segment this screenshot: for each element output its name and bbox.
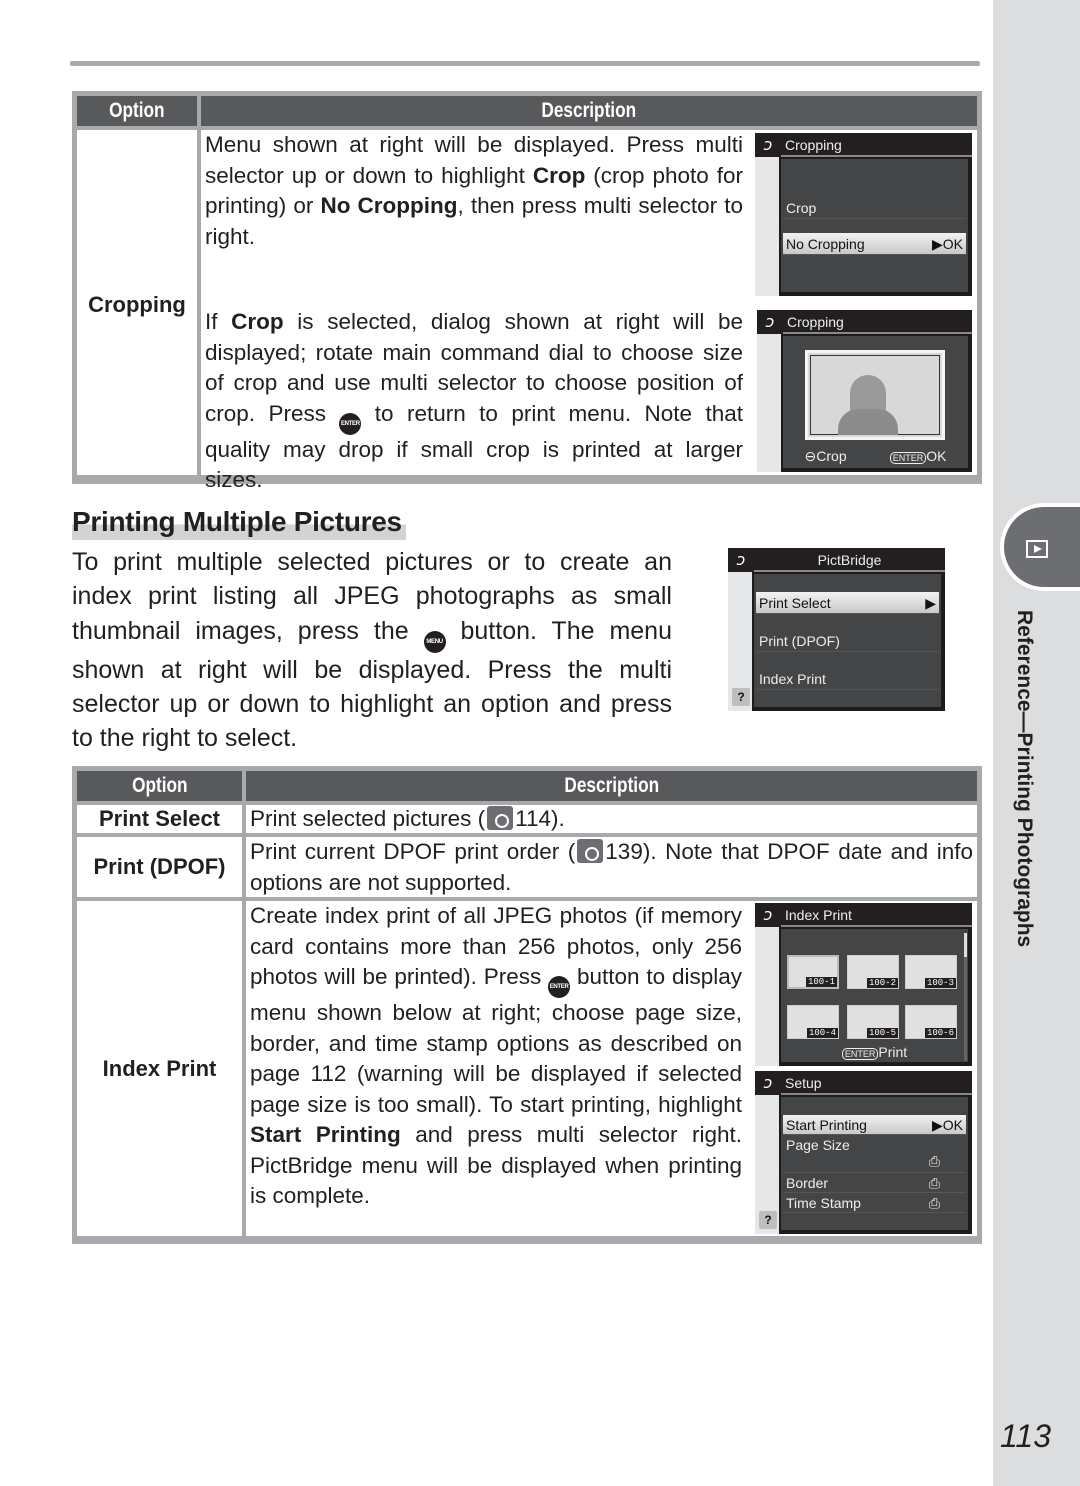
crop-dialog-screen: ↄ Cropping ⊖Crop ENTER OK [757, 310, 972, 472]
crop-footer: ⊖Crop [804, 447, 847, 464]
crop-preview-image [805, 350, 945, 440]
section-title: Printing Multiple Pictures [72, 506, 406, 540]
menu-button-icon: MENU [423, 630, 446, 653]
help-icon: ? [759, 1211, 777, 1229]
menu-item-index-print[interactable]: Index Print [756, 668, 939, 690]
crop-menu-text: Menu shown at right will be displayed. P… [205, 132, 743, 249]
playback-tab[interactable] [1000, 503, 1080, 591]
menu-item-crop[interactable]: Crop [783, 197, 966, 219]
printer-icon: ⎙ [928, 1175, 940, 1191]
printer-icon: ⎙ [928, 1195, 940, 1211]
print-footer: ENTER Print [781, 1042, 968, 1062]
enter-button-icon: ENTER [548, 976, 571, 998]
side-strip [993, 0, 1080, 1486]
help-icon: ? [732, 688, 750, 706]
thumbnail[interactable]: 100-4 [787, 1005, 839, 1039]
screen-title: Index Print [781, 903, 972, 927]
menu-item-print-select[interactable]: Print Select ▶ [756, 592, 939, 614]
thumbnail[interactable]: 100-2 [847, 955, 899, 989]
chapter-label: Reference—Printing Photographs [1013, 610, 1036, 948]
pictbridge-screen: ↄ PictBridge Print Select ▶ Print (DPOF) … [728, 548, 945, 711]
intro-paragraph: To print multiple selected pictures or t… [72, 548, 672, 753]
page-number: 113 [1000, 1418, 1052, 1454]
printer-icon: ⎙ [928, 1153, 940, 1169]
description-header: Description [201, 96, 977, 126]
crop-dialog-text: If Crop is selected, dialog shown at rig… [205, 309, 743, 492]
screen-title: PictBridge [754, 548, 945, 572]
menu-item-border[interactable]: Border ⎙ [783, 1173, 966, 1193]
option-header: Option [77, 96, 197, 126]
menu-item-start-printing[interactable]: Start Printing ▶OK [783, 1115, 966, 1135]
print-dpof-description: Print current DPOF print order (139). No… [246, 837, 977, 897]
index-print-screen: ↄ Index Print 100-1 100-2 100-3 100-4 10… [755, 903, 972, 1066]
screen-title: Cropping [781, 133, 972, 157]
option-cropping: Cropping [77, 130, 197, 475]
option-print-select: Print Select [77, 805, 242, 833]
thumbnail[interactable]: 100-3 [905, 955, 957, 989]
thumbnail[interactable]: 100-6 [905, 1005, 957, 1039]
print-select-description: Print selected pictures (114). [246, 805, 977, 833]
table-row: Print Select Print selected pictures (11… [77, 805, 977, 833]
menu-item-no-cropping[interactable]: No Cropping ▶OK [783, 233, 966, 255]
table-row: Print (DPOF) Print current DPOF print or… [77, 837, 977, 897]
option-print-dpof: Print (DPOF) [77, 837, 242, 897]
option-index-print: Index Print [77, 901, 242, 1236]
pictbridge-logo-icon: ↄ [757, 310, 783, 334]
pictbridge-logo-icon: ↄ [728, 548, 754, 572]
ok-footer: ENTER OK [889, 448, 946, 464]
menu-item-print-dpof[interactable]: Print (DPOF) [756, 630, 939, 652]
pictbridge-logo-icon: ↄ [755, 1071, 781, 1095]
enter-button-icon: ENTER [339, 412, 362, 435]
playback-icon [1026, 540, 1048, 558]
menu-item-page-size[interactable]: Page Size ⎙ [783, 1135, 966, 1173]
setup-screen: ↄ Setup Start Printing ▶OK Page Size ⎙ Bor… [755, 1071, 972, 1234]
crop-menu-screen: ↄ Cropping Crop No Cropping ▶OK [755, 133, 972, 296]
thumbnail[interactable]: 100-5 [847, 1005, 899, 1039]
page-reference-icon [487, 806, 514, 830]
menu-item-time-stamp[interactable]: Time Stamp ⎙ [783, 1193, 966, 1213]
top-rule [70, 61, 980, 66]
page-reference-icon [577, 839, 604, 863]
screen-title: Cropping [783, 310, 972, 334]
pictbridge-logo-icon: ↄ [755, 903, 781, 927]
thumbnail[interactable]: 100-1 [787, 955, 839, 989]
pictbridge-logo-icon: ↄ [755, 133, 781, 157]
description-header: Description [246, 771, 977, 801]
option-header: Option [77, 771, 242, 801]
screen-title: Setup [781, 1071, 972, 1095]
